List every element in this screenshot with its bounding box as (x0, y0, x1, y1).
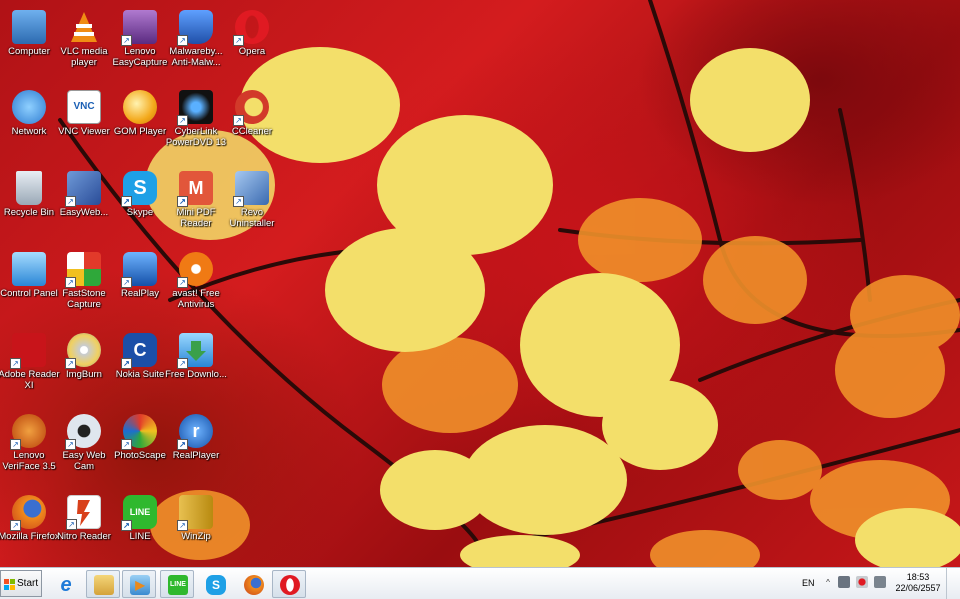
avast-icon: ↗ (177, 252, 213, 288)
vnc-icon: VNC (67, 90, 101, 124)
start-button[interactable]: Start (0, 570, 42, 597)
faststone-icon: ↗ (65, 252, 101, 288)
revo-icon: ↗ (233, 171, 269, 207)
line-icon: LINE (168, 575, 188, 595)
ccleaner-icon: ↗ (233, 90, 269, 126)
taskbar-skype[interactable]: S (198, 570, 232, 598)
desktop-icon-free-download-manager[interactable]: ↗ Free Downlo... (164, 327, 228, 407)
opera-icon (280, 575, 300, 595)
network-icon (12, 90, 46, 124)
recycle-bin-icon (16, 171, 42, 205)
desktop-icon-easy-web-cam[interactable]: ↗ Easy Web Cam (52, 408, 116, 488)
desktop-icon-malwarebytes[interactable]: ↗ Malwareby... Anti-Malw... (164, 4, 228, 84)
desktop-icon-opera[interactable]: ↗ Opera (220, 4, 284, 84)
webcam-icon: ↗ (65, 414, 101, 450)
desktop-icon-imgburn[interactable]: ↗ ImgBurn (52, 327, 116, 407)
desktop-icon-easyweb[interactable]: ↗ EasyWeb... (52, 165, 116, 245)
taskbar-internet-explorer[interactable]: e (48, 570, 82, 598)
desktop-icon-nitro-reader[interactable]: ↗ Nitro Reader (52, 489, 116, 567)
desktop-icon-winzip[interactable]: ↗ WinZip (164, 489, 228, 567)
easyweb-icon: ↗ (65, 171, 101, 207)
taskbar-opera[interactable] (272, 570, 306, 598)
internet-explorer-icon: e (60, 574, 72, 596)
vlc-icon (67, 10, 101, 44)
show-hidden-icons-button[interactable]: ^ (822, 572, 834, 594)
realplay-icon: ↗ (121, 252, 157, 288)
desktop-icon-mini-pdf-reader[interactable]: M ↗ Mini PDF Reader (164, 165, 228, 245)
veriface-icon: ↗ (10, 414, 46, 450)
taskbar-windows-explorer[interactable] (86, 570, 120, 598)
desktop-icon-powerdvd[interactable]: ↗ CyberLink PowerDVD 13 (164, 84, 228, 164)
imgburn-icon: ↗ (65, 333, 101, 369)
desktop-icon-vnc-viewer[interactable]: VNC VNC Viewer (52, 84, 116, 164)
nitro-icon: ↗ (66, 495, 101, 530)
camera-icon: ↗ (121, 10, 157, 46)
media-player-icon: ▶ (130, 575, 150, 595)
desktop[interactable]: Computer Network Recycle Bin Control Pan… (0, 0, 960, 567)
nokia-suite-icon: C ↗ (121, 333, 157, 369)
adobe-reader-icon: ↗ (10, 333, 46, 369)
taskbar: Start e ▶ LINE S EN ^ 18:53 22/06/2557 (0, 567, 960, 599)
opera-icon: ↗ (233, 10, 269, 46)
control-panel-icon (12, 252, 46, 286)
desktop-icon-vlc[interactable]: VLC media player (52, 4, 116, 84)
desktop-icon-revo-uninstaller[interactable]: ↗ Revo Uninstaller (220, 165, 284, 245)
clock-time: 18:53 (906, 572, 930, 582)
system-clock[interactable]: 18:53 22/06/2557 (892, 572, 944, 594)
free-download-icon: ↗ (177, 333, 213, 369)
taskbar-line[interactable]: LINE (160, 570, 194, 598)
tray-device-icon[interactable] (838, 576, 850, 588)
desktop-icon-ccleaner[interactable]: ↗ CCleaner (220, 84, 284, 164)
tray-volume-icon[interactable] (874, 576, 886, 588)
pdf-reader-icon: M ↗ (177, 171, 213, 207)
photoscape-icon: ↗ (121, 414, 157, 450)
desktop-icon-avast[interactable]: ↗ avast! Free Antivirus (164, 246, 228, 326)
tray-network-icon[interactable] (856, 576, 868, 588)
desktop-icon-gom-player[interactable]: GOM Player (108, 84, 172, 164)
taskbar-firefox[interactable] (236, 570, 270, 598)
start-label: Start (17, 578, 39, 589)
line-icon: LINE ↗ (121, 495, 157, 531)
desktop-icon-faststone[interactable]: ↗ FastStone Capture (52, 246, 116, 326)
taskbar-media-player[interactable]: ▶ (122, 570, 156, 598)
desktop-icon-nokia-suite[interactable]: C ↗ Nokia Suite (108, 327, 172, 407)
desktop-icon-realplayer[interactable]: r ↗ RealPlayer (164, 408, 228, 488)
windows-logo-icon (4, 579, 15, 590)
firefox-icon: ↗ (10, 495, 46, 531)
firefox-icon (244, 575, 264, 595)
malwarebytes-icon: ↗ (177, 10, 213, 46)
desktop-icon-skype[interactable]: S ↗ Skype (108, 165, 172, 245)
skype-icon: S ↗ (121, 171, 157, 207)
computer-icon (12, 10, 46, 44)
language-indicator[interactable]: EN (802, 578, 815, 588)
desktop-icon-line[interactable]: LINE ↗ LINE (108, 489, 172, 567)
realplayer-icon: r ↗ (177, 414, 213, 450)
desktop-icon-realplay[interactable]: ↗ RealPlay (108, 246, 172, 326)
gom-icon (123, 90, 157, 124)
desktop-icon-photoscape[interactable]: ↗ PhotoScape (108, 408, 172, 488)
winzip-icon: ↗ (177, 495, 213, 531)
folder-icon (94, 575, 114, 595)
powerdvd-icon: ↗ (177, 90, 213, 126)
skype-icon: S (206, 575, 226, 595)
show-desktop-button[interactable] (946, 568, 960, 599)
desktop-icon-lenovo-easycapture[interactable]: ↗ Lenovo EasyCapture (108, 4, 172, 84)
clock-date: 22/06/2557 (895, 583, 941, 593)
